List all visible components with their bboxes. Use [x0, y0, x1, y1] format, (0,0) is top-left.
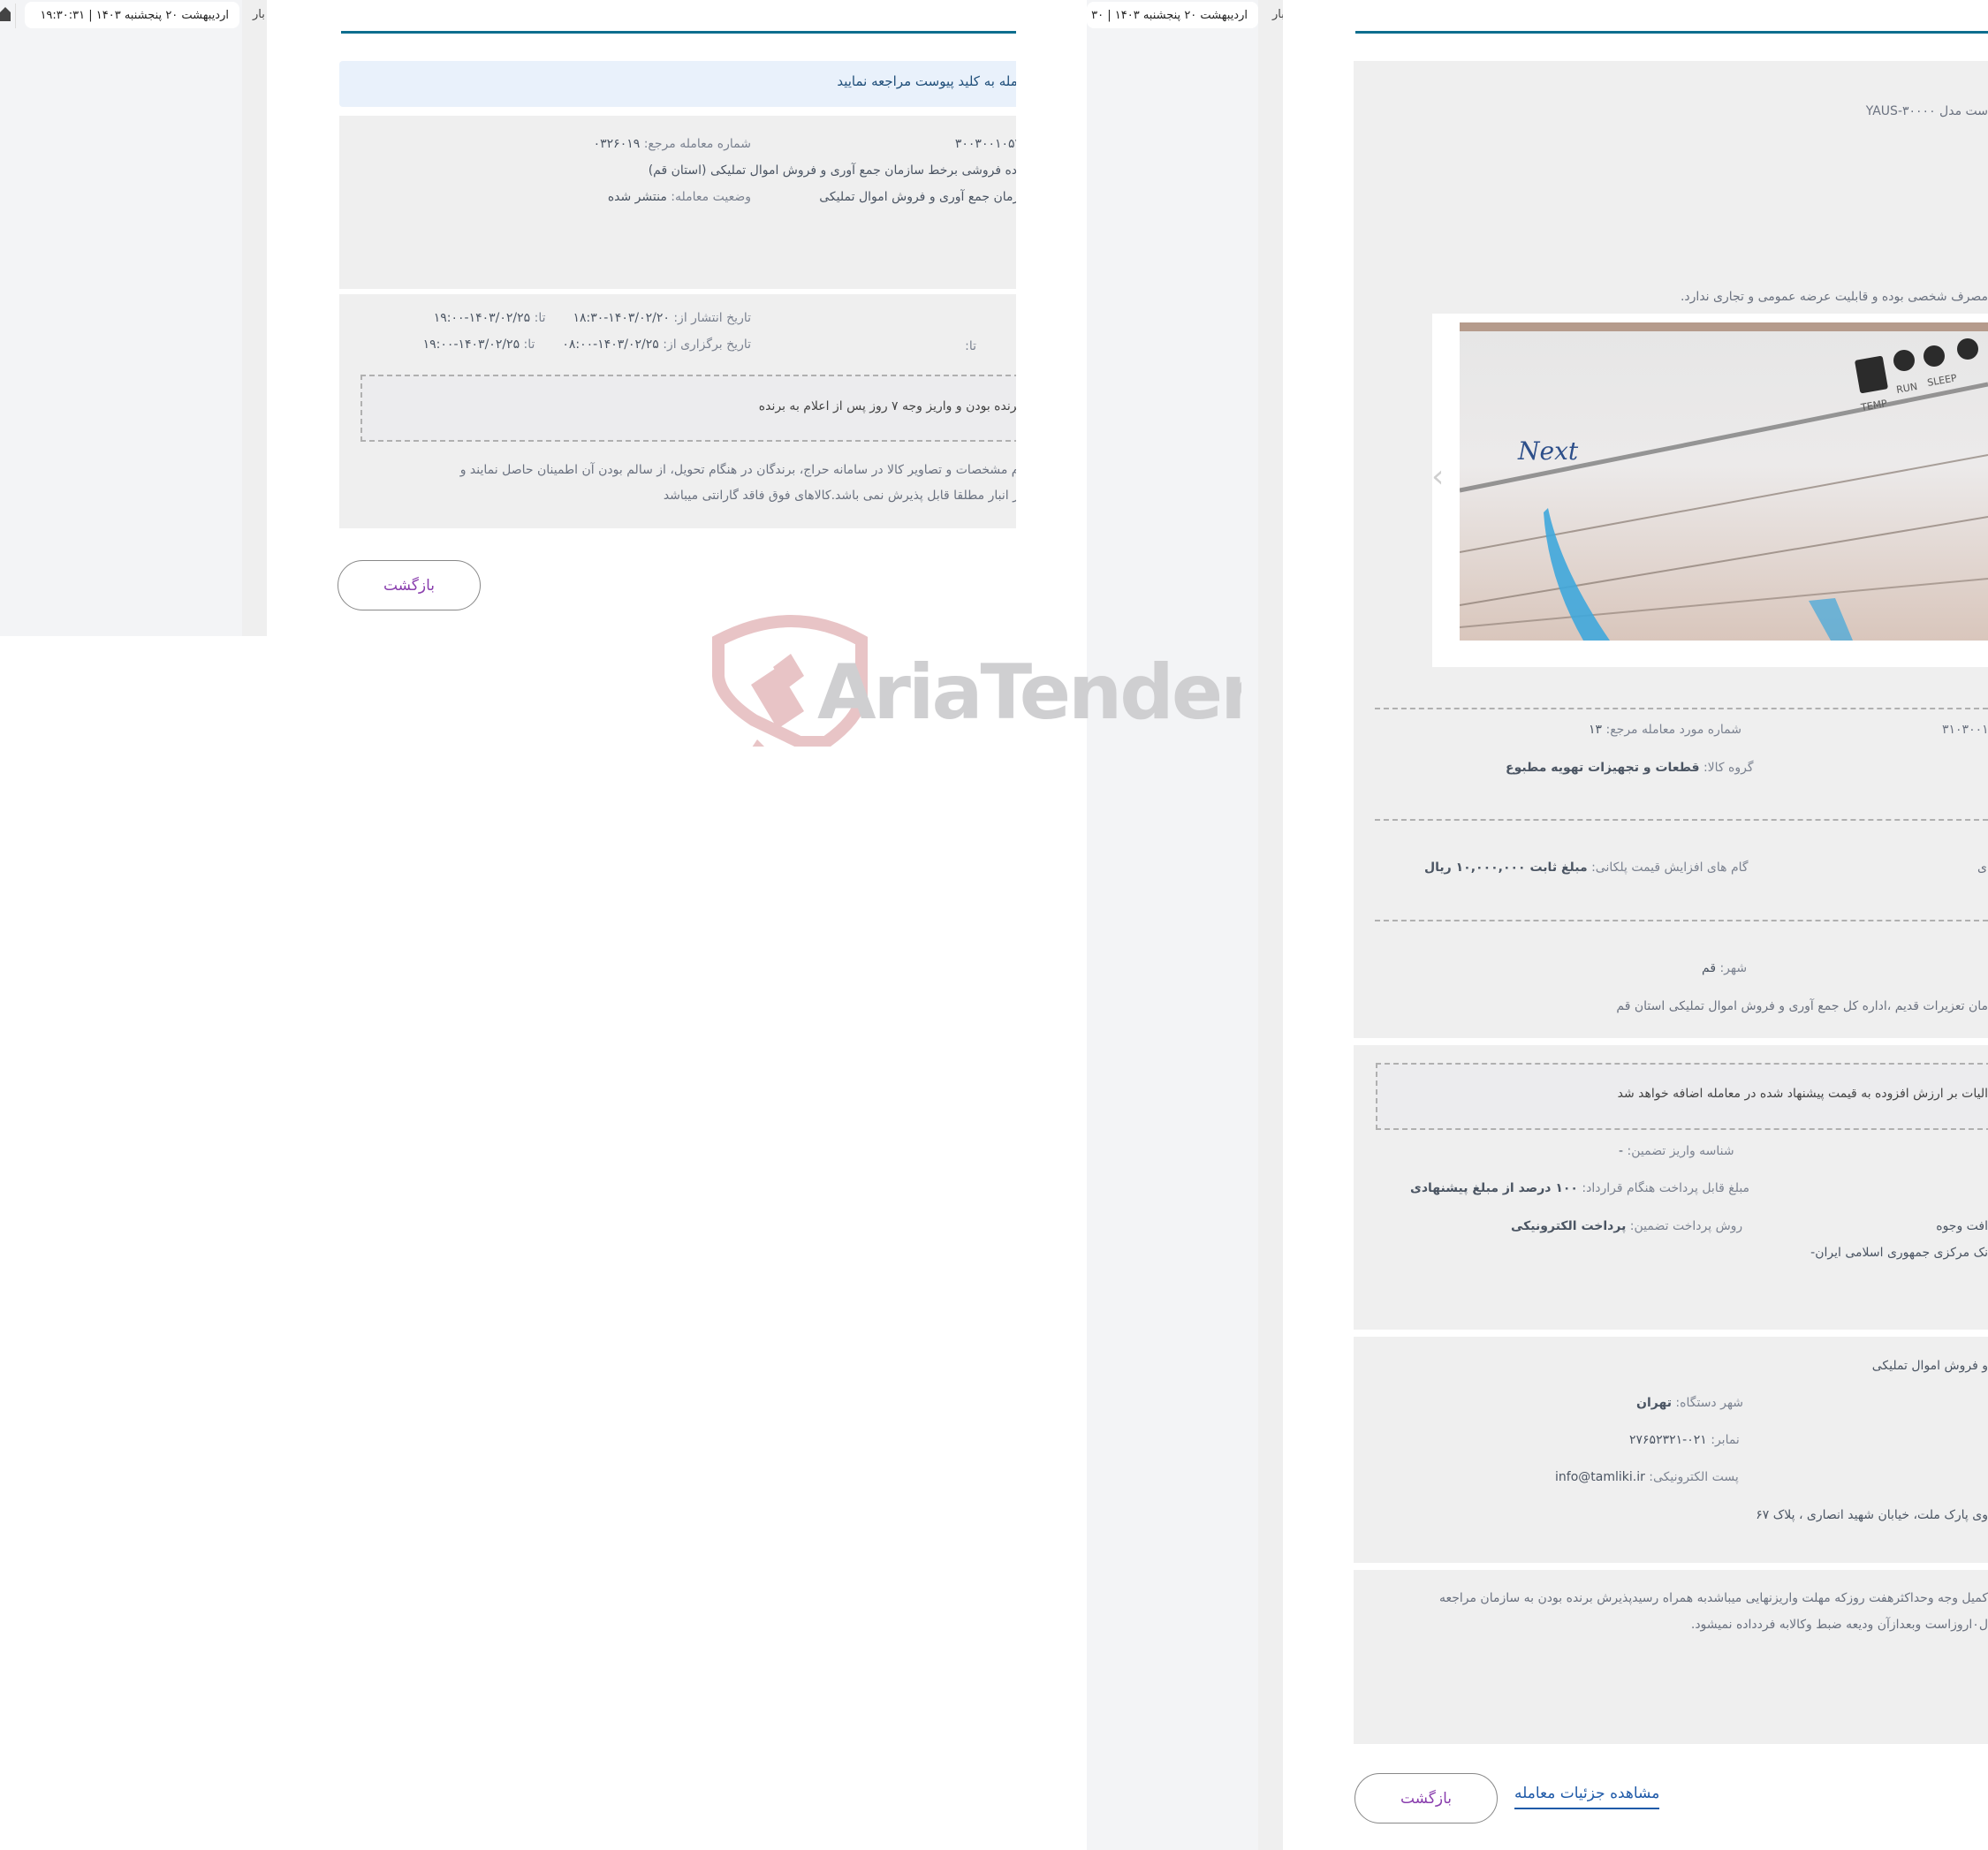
description-line-1: ا توجه به اعلام مشخصات و تصاویر کالا در …: [459, 463, 1087, 477]
fax-field: نمابر: ۰۲۱-۲۷۶۵۲۳۲۱: [1629, 1433, 1740, 1447]
bank-partial: نک مرکزی جمهوری اسلامی ایران-: [1810, 1246, 1988, 1260]
status-badge: منتشر شده: [607, 190, 667, 204]
receive-funds-partial: افت وجوه: [1936, 1219, 1988, 1233]
date-time-display: اردیبهشت ۲۰ پنجشنبه ۱۴۰۳ | ۱۹:۳۰:۳۱: [25, 2, 239, 28]
section-divider: [1375, 920, 1988, 921]
header-accent-line: [341, 31, 1087, 34]
partial-field: ی: [1977, 861, 1987, 875]
window-edge-strip: [242, 0, 267, 636]
deal-detail-page-first: مه/اسناد معامله به کلید پیوست مراجعه نما…: [267, 0, 1090, 636]
blank-area: [1016, 636, 1087, 1850]
city-field: شهر: قم: [1702, 961, 1748, 975]
background-window-left: [0, 0, 267, 636]
panel-b-right-edge: [1016, 0, 1087, 636]
usage-note-text: مصرف شخصی بوده و قابلیت عرضه عمومی و تجا…: [1680, 290, 1988, 304]
item-model-text: ست مدل YAUS-۳۰۰۰۰: [1865, 104, 1988, 118]
view-deal-details-link[interactable]: مشاهده جزئیات معامله: [1514, 1785, 1660, 1809]
photo-brand-logo: Next: [1517, 436, 1579, 466]
date-time-text: اردیبهشت ۲۰ پنجشنبه ۱۴۰۳ | ۱۹:۳۰:۳۱: [40, 8, 229, 22]
deal-detail-page-second: ست مدل YAUS-۳۰۰۰۰ مصرف شخصی بوده و قابلی…: [1283, 0, 1988, 1850]
section-divider: [1375, 819, 1988, 821]
date-time-text: اردیبهشت ۲۰ پنجشنبه ۱۴۰۳ | ۳۰: [1091, 8, 1248, 22]
deal-status-field: وضعیت معامله: منتشر شده: [607, 190, 751, 204]
aria-tender-watermark: AriaTender.neT: [712, 614, 1241, 747]
email-link[interactable]: info@tamliki.ir: [1555, 1470, 1645, 1484]
terms-line-1: کمیل وجه وحداکثرهفت روزکه مهلت واریزنهای…: [1438, 1591, 1988, 1605]
device-city-field: شهر دستگاه: تهران: [1636, 1396, 1744, 1410]
hold-date-field: تاریخ برگزاری از: ۱۴۰۳/۰۲/۲۵-۰۸:۰۰ تا: ۱…: [422, 337, 751, 352]
guarantee-id-field: شناسه واریز تضمین: -: [1619, 1144, 1734, 1158]
terms-line-2: ل۰اروزاست وبعدازآن ودیعه ضبط وکالابه فرد…: [1690, 1618, 1988, 1632]
attachment-notice: مه/اسناد معامله به کلید پیوست مراجعه نما…: [339, 61, 1087, 107]
price-step-field: گام های افزایش قیمت پلکانی: مبلغ ثابت ۱۰…: [1424, 861, 1749, 875]
watermark-text: AriaTender.neT: [817, 648, 1241, 737]
publish-date-field: تاریخ انتشار از: ۱۴۰۳/۰۲/۲۰-۱۸:۳۰ تا: ۱۴…: [433, 311, 751, 325]
home-icon[interactable]: [0, 5, 11, 21]
vat-note-text: الیات بر ارزش افزوده به قیمت پیشنهاد شده…: [1617, 1087, 1988, 1101]
back-button[interactable]: بازگشت: [1354, 1773, 1498, 1823]
item-group-field: گروه کالا: قطعات و تجهیزات تهویه مطبوع: [1506, 761, 1754, 775]
toolbar-divider: [15, 4, 16, 28]
window-edge-strip: [1258, 0, 1283, 1850]
email-field: پست الکترونیکی: info@tamliki.ir: [1555, 1470, 1739, 1484]
ref-number-field: شماره معامله مرجع: ۰۳۲۶۰۱۹: [593, 137, 751, 151]
organization-partial: و فروش اموال تملیکی: [1871, 1359, 1988, 1373]
item-number-partial: ۳۱۰۳۰۰۱: [1942, 723, 1988, 737]
back-button[interactable]: بازگشت: [338, 560, 481, 610]
section-divider: [1375, 708, 1988, 709]
carousel-prev-icon[interactable]: ‹: [1431, 459, 1453, 495]
guarantee-method-field: روش پرداخت تضمین: پرداخت الکترونیکی: [1511, 1219, 1743, 1233]
toolbar-cut-label: بار: [253, 8, 265, 21]
product-photo[interactable]: TEMP RUN SLEEP Next: [1460, 322, 1988, 641]
ref-item-number-field: شماره مورد معامله مرجع: ۱۳: [1589, 723, 1741, 737]
location-text: مان تعزیرات قدیم ،اداره کل جمع آوری و فر…: [1616, 999, 1988, 1013]
contract-amount-field: مبلغ قابل پرداخت هنگام قرارداد: ۱۰۰ درصد…: [1410, 1181, 1750, 1195]
header-accent-line: [1355, 31, 1988, 34]
date-time-display-middle: اردیبهشت ۲۰ پنجشنبه ۱۴۰۳ | ۳۰: [1087, 2, 1258, 28]
address-partial: وی پارک ملت، خیابان شهید انصاری ، پلاک ۶…: [1756, 1508, 1988, 1522]
